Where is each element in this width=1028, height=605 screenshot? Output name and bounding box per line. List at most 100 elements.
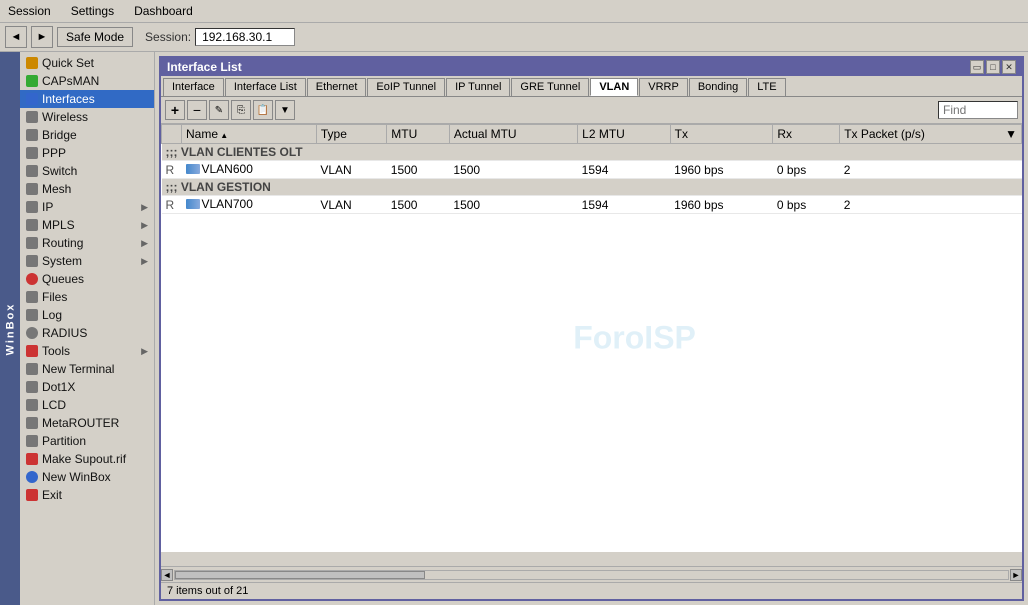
table-row[interactable]: R VLAN700 VLAN 1500 1500	[162, 196, 1022, 214]
sidebar-item-queues[interactable]: Queues	[20, 270, 154, 288]
col-flag[interactable]	[162, 125, 182, 144]
horizontal-scrollbar-track[interactable]	[174, 570, 1009, 580]
remove-button[interactable]: −	[187, 100, 207, 120]
metarouter-icon	[26, 417, 38, 429]
wireless-icon	[26, 111, 38, 123]
safe-mode-button[interactable]: Safe Mode	[57, 27, 133, 47]
tab-bonding[interactable]: Bonding	[689, 78, 747, 96]
sidebar-item-ip[interactable]: IP ▶	[20, 198, 154, 216]
sidebar-item-label: Queues	[42, 272, 84, 286]
maximize-button[interactable]: □	[986, 60, 1000, 74]
row-tx: 1960 bps	[670, 196, 773, 214]
sidebar-item-exit[interactable]: Exit	[20, 486, 154, 504]
sidebar-item-make-supout[interactable]: Make Supout.rif	[20, 450, 154, 468]
find-input[interactable]	[938, 101, 1018, 119]
tab-vrrp[interactable]: VRRP	[639, 78, 688, 96]
edit-button[interactable]: ✎	[209, 100, 229, 120]
sidebar-item-tools[interactable]: Tools ▶	[20, 342, 154, 360]
table-row[interactable]: R VLAN600 VLAN 1500 1500	[162, 161, 1022, 179]
add-button[interactable]: +	[165, 100, 185, 120]
col-tx[interactable]: Tx	[670, 125, 773, 144]
col-mtu[interactable]: MTU	[387, 125, 450, 144]
col-l2mtu[interactable]: L2 MTU	[578, 125, 670, 144]
queues-icon	[26, 273, 38, 285]
list-toolbar: + − ✎ ⎘ 📋 ▼	[161, 97, 1022, 124]
mesh-icon	[26, 183, 38, 195]
forward-button[interactable]: ►	[31, 26, 53, 48]
row-tx: 1960 bps	[670, 161, 773, 179]
col-options-icon[interactable]: ▼	[1005, 127, 1017, 141]
row-name: VLAN600	[182, 161, 317, 179]
new-winbox-icon	[26, 471, 38, 483]
quick-set-icon	[26, 57, 38, 69]
close-button[interactable]: ✕	[1002, 60, 1016, 74]
sidebar-item-label: Wireless	[42, 110, 88, 124]
lcd-icon	[26, 399, 38, 411]
tab-ip-tunnel[interactable]: IP Tunnel	[446, 78, 510, 96]
filter-button[interactable]: ▼	[275, 100, 295, 120]
switch-icon	[26, 165, 38, 177]
sidebar-item-bridge[interactable]: Bridge	[20, 126, 154, 144]
section-header-gestion: ;;; VLAN GESTION	[162, 179, 1022, 196]
scroll-left-button[interactable]: ◄	[161, 569, 173, 581]
sidebar-item-new-winbox[interactable]: New WinBox	[20, 468, 154, 486]
mpls-arrow: ▶	[141, 220, 148, 231]
col-tx-packet[interactable]: Tx Packet (p/s) ▼	[840, 125, 1022, 144]
session-label: Session:	[145, 30, 191, 44]
sidebar-item-log[interactable]: Log	[20, 306, 154, 324]
menu-session[interactable]: Session	[4, 2, 55, 20]
partition-icon	[26, 435, 38, 447]
col-actual-mtu[interactable]: Actual MTU	[449, 125, 577, 144]
routing-arrow: ▶	[141, 238, 148, 249]
menu-dashboard[interactable]: Dashboard	[130, 2, 197, 20]
sidebar-item-ppp[interactable]: PPP	[20, 144, 154, 162]
tab-lte[interactable]: LTE	[748, 78, 785, 96]
sidebar-item-files[interactable]: Files	[20, 288, 154, 306]
sidebar-item-label: Exit	[42, 488, 62, 502]
capsman-icon	[26, 75, 38, 87]
tab-vlan[interactable]: VLAN	[590, 78, 638, 96]
sidebar-item-quick-set[interactable]: Quick Set	[20, 54, 154, 72]
make-supout-icon	[26, 453, 38, 465]
vlan-table: Name Type MTU Actual MTU L2 MTU Tx Rx Tx…	[161, 124, 1022, 214]
vlan700-icon	[186, 199, 200, 209]
sidebar-item-interfaces[interactable]: Interfaces	[20, 90, 154, 108]
sidebar-item-new-terminal[interactable]: New Terminal	[20, 360, 154, 378]
col-rx[interactable]: Rx	[773, 125, 840, 144]
panel-title: Interface List	[167, 60, 242, 74]
tab-interface[interactable]: Interface	[163, 78, 224, 96]
copy-button[interactable]: ⎘	[231, 100, 251, 120]
tab-interface-list[interactable]: Interface List	[225, 78, 306, 96]
status-bar: 7 items out of 21	[161, 582, 1022, 599]
sidebar-item-switch[interactable]: Switch	[20, 162, 154, 180]
minimize-button[interactable]: ▭	[970, 60, 984, 74]
sidebar-item-partition[interactable]: Partition	[20, 432, 154, 450]
tab-ethernet[interactable]: Ethernet	[307, 78, 367, 96]
row-mtu: 1500	[387, 161, 450, 179]
menu-settings[interactable]: Settings	[67, 2, 118, 20]
paste-button[interactable]: 📋	[253, 100, 273, 120]
sidebar-item-label: Bridge	[42, 128, 77, 142]
sidebar-item-label: Interfaces	[42, 92, 95, 106]
col-name[interactable]: Name	[182, 125, 317, 144]
back-button[interactable]: ◄	[5, 26, 27, 48]
row-rx: 0 bps	[773, 196, 840, 214]
sidebar-item-dot1x[interactable]: Dot1X	[20, 378, 154, 396]
sidebar-item-wireless[interactable]: Wireless	[20, 108, 154, 126]
sidebar-item-capsman[interactable]: CAPsMAN	[20, 72, 154, 90]
sidebar-item-system[interactable]: System ▶	[20, 252, 154, 270]
tab-gre-tunnel[interactable]: GRE Tunnel	[511, 78, 589, 96]
sidebar-item-mesh[interactable]: Mesh	[20, 180, 154, 198]
tab-eoip-tunnel[interactable]: EoIP Tunnel	[367, 78, 445, 96]
sidebar-item-metarouter[interactable]: MetaROUTER	[20, 414, 154, 432]
sidebar-item-lcd[interactable]: LCD	[20, 396, 154, 414]
sidebar-item-mpls[interactable]: MPLS ▶	[20, 216, 154, 234]
sidebar-item-label: Make Supout.rif	[42, 452, 126, 466]
panel-title-bar: Interface List ▭ □ ✕	[161, 58, 1022, 76]
scroll-right-button[interactable]: ►	[1010, 569, 1022, 581]
sidebar-item-radius[interactable]: RADIUS	[20, 324, 154, 342]
col-type[interactable]: Type	[316, 125, 386, 144]
sidebar-item-label: MPLS	[42, 218, 75, 232]
sidebar-item-routing[interactable]: Routing ▶	[20, 234, 154, 252]
content-window: Interface List ▭ □ ✕ Interface Interface…	[155, 52, 1028, 605]
